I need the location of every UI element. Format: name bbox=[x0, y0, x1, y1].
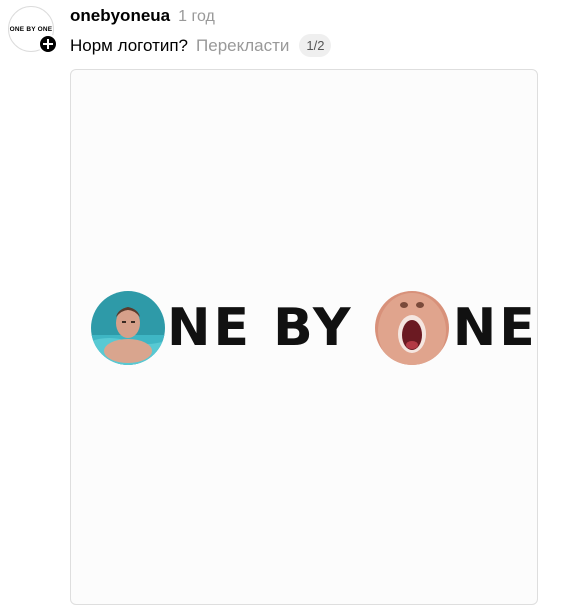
logo-text-part-1: NE BY bbox=[167, 298, 375, 358]
media-pager-badge: 1/2 bbox=[299, 34, 332, 57]
username-link[interactable]: onebyoneua bbox=[70, 6, 170, 26]
follow-button[interactable] bbox=[38, 34, 58, 54]
post-header: onebyoneua 1 год bbox=[70, 6, 215, 26]
avatar-logo-text: ONE BY ONE bbox=[9, 25, 53, 33]
logo-photo-pool-man bbox=[91, 291, 165, 365]
post-text: Норм логотип? bbox=[70, 35, 189, 55]
post-caption-row: Норм логотип? Перекласти 1/2 bbox=[70, 34, 332, 57]
logo-text-part-2: NE bbox=[452, 298, 538, 358]
profile-avatar-wrapper[interactable]: ONE BY ONE bbox=[8, 6, 58, 56]
logo-row: NE BY NE bbox=[91, 289, 538, 367]
plus-icon bbox=[43, 39, 53, 49]
post-media-image[interactable]: NE BY NE bbox=[70, 69, 538, 605]
logo-photo-open-mouth bbox=[374, 291, 449, 365]
post-timestamp: 1 год bbox=[178, 8, 215, 25]
translate-link[interactable]: Перекласти bbox=[196, 36, 289, 56]
